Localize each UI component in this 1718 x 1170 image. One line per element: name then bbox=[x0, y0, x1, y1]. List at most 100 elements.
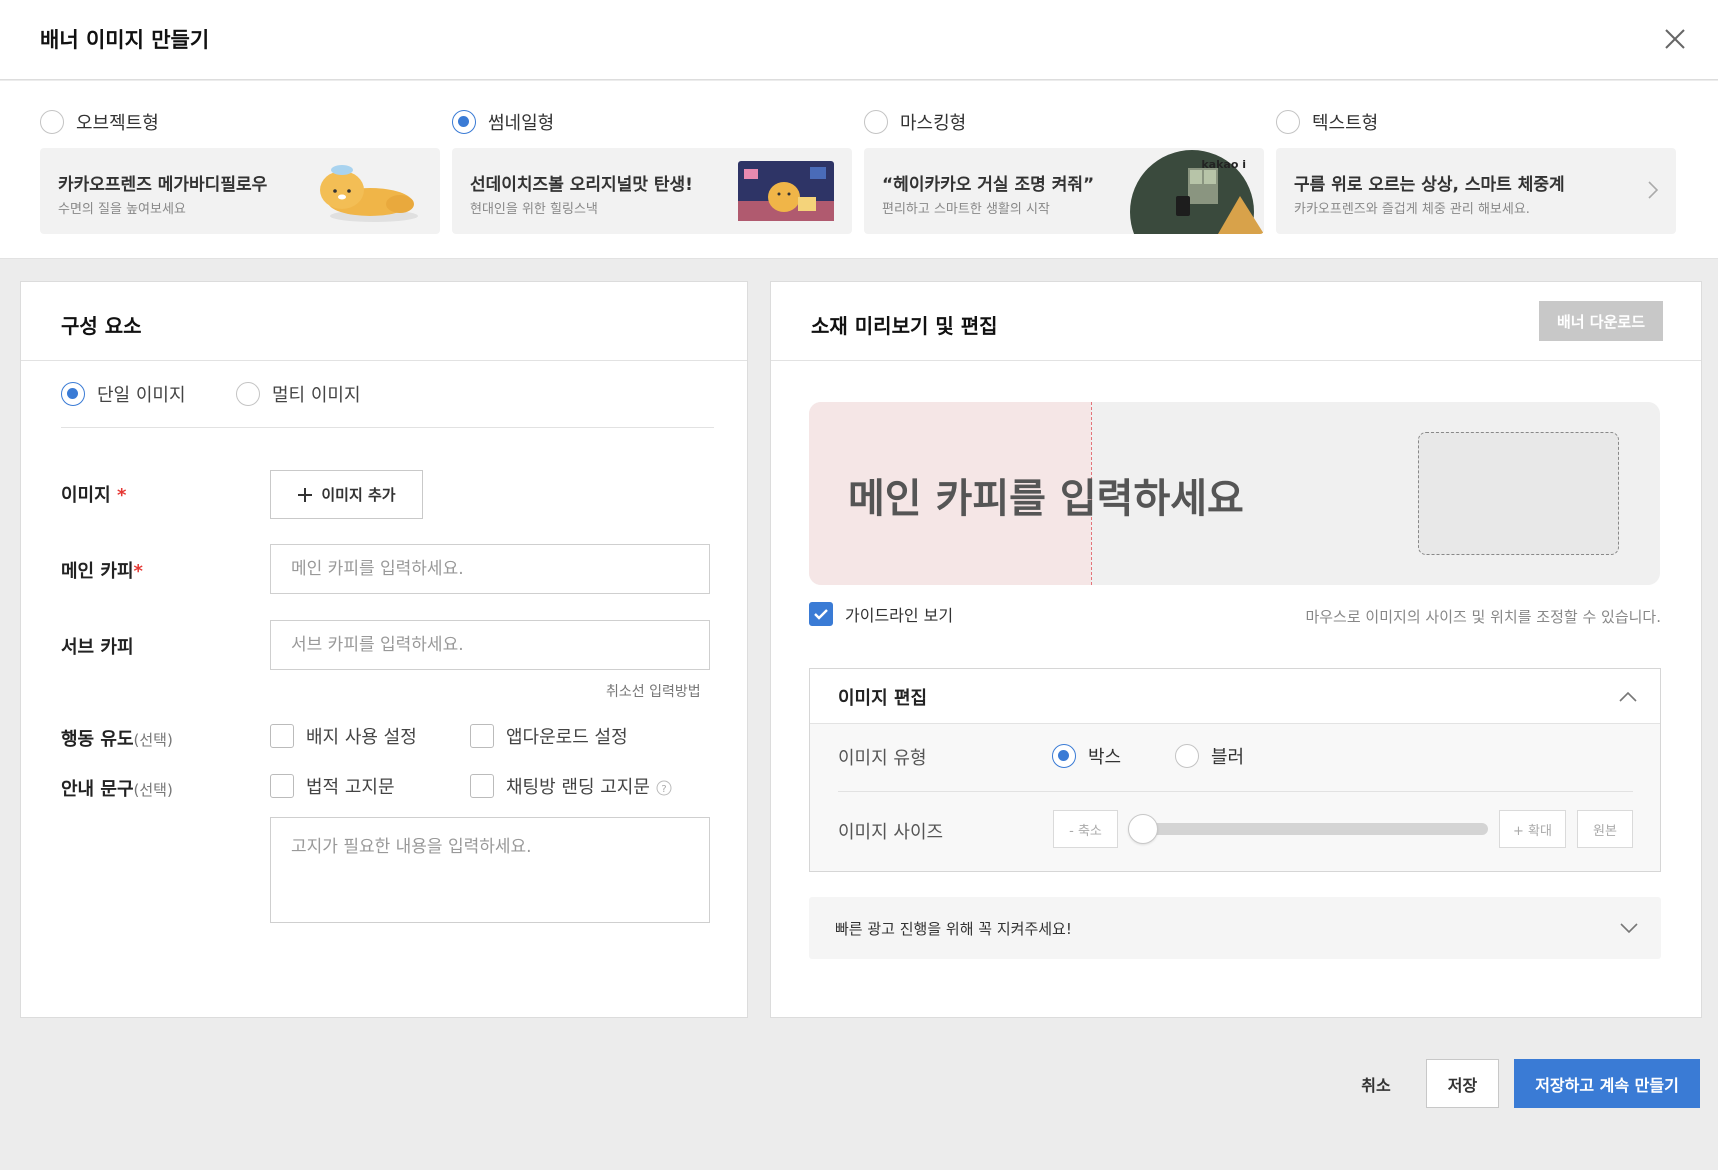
save-and-continue-button[interactable]: 저장하고 계속 만들기 bbox=[1514, 1059, 1700, 1108]
option-label: 앱다운로드 설정 bbox=[506, 727, 628, 748]
app-download-checkbox[interactable] bbox=[470, 724, 494, 748]
option-label: 단일 이미지 bbox=[97, 385, 186, 406]
card-title: 카카오프렌즈 메가바디필로우 bbox=[58, 175, 268, 195]
image-type-box-option[interactable]: 박스 bbox=[1052, 743, 1121, 769]
plus-icon bbox=[298, 487, 313, 502]
image-type-label: 이미지 유형 bbox=[838, 748, 927, 769]
single-image-option[interactable]: 단일 이미지 bbox=[61, 381, 186, 407]
divider bbox=[771, 360, 1701, 361]
divider bbox=[61, 427, 714, 428]
check-icon bbox=[814, 609, 828, 620]
type-label: 마스킹형 bbox=[900, 113, 967, 134]
preview-hint: 마우스로 이미지의 사이즈 및 위치를 조정할 수 있습니다. bbox=[1305, 608, 1661, 626]
image-edit-header[interactable]: 이미지 편집 bbox=[810, 669, 1660, 724]
preview-main-copy: 메인 카피를 입력하세요 bbox=[848, 476, 1244, 522]
image-type-blur-option[interactable]: 블러 bbox=[1175, 743, 1244, 769]
card-subtitle: 수면의 질을 높여보세요 bbox=[58, 202, 186, 217]
zoom-out-button[interactable]: - 축소 bbox=[1053, 810, 1118, 848]
type-label: 썸네일형 bbox=[488, 113, 555, 134]
section-title: 이미지 편집 bbox=[838, 688, 928, 709]
chevron-right-icon bbox=[1648, 181, 1659, 199]
main-copy-label: 메인 카피* bbox=[61, 561, 143, 582]
type-card-masking[interactable]: “헤이카카오 거실 조명 켜줘” 편리하고 스마트한 생활의 시작 kakao … bbox=[864, 148, 1264, 234]
guidelines-accordion[interactable]: 빠른 광고 진행을 위해 꼭 지켜주세요! bbox=[809, 897, 1661, 959]
type-label: 오브젝트형 bbox=[76, 113, 159, 134]
preview-panel: 소재 미리보기 및 편집 배너 다운로드 메인 카피를 입력하세요 가이드라인 … bbox=[770, 281, 1702, 1018]
notice-textarea[interactable] bbox=[270, 817, 710, 923]
option-label: 멀티 이미지 bbox=[272, 385, 361, 406]
modal-header: 배너 이미지 만들기 bbox=[0, 0, 1718, 80]
radio-box[interactable] bbox=[1052, 744, 1076, 768]
guideline-toggle[interactable]: 가이드라인 보기 bbox=[809, 602, 953, 626]
panel-title: 소재 미리보기 및 편집 bbox=[811, 314, 998, 338]
chevron-down-icon[interactable] bbox=[1619, 918, 1639, 938]
type-card-object[interactable]: 카카오프렌즈 메가바디필로우 수면의 질을 높여보세요 bbox=[40, 148, 440, 234]
option-label: 법적 고지문 bbox=[306, 777, 395, 798]
svg-text:?: ? bbox=[661, 784, 666, 795]
pillow-character-illustration bbox=[320, 165, 418, 222]
multi-image-option[interactable]: 멀티 이미지 bbox=[236, 381, 361, 407]
close-icon[interactable] bbox=[1660, 24, 1690, 54]
image-edit-section: 이미지 편집 이미지 유형 박스 블러 이미지 사이즈 - 축소 + 확대 원본 bbox=[809, 668, 1661, 872]
help-icon[interactable]: ? bbox=[656, 780, 672, 796]
type-card-text[interactable]: 구름 위로 오르는 상상, 스마트 체중계 카카오프렌즈와 즐겁게 체중 관리 … bbox=[1276, 148, 1676, 234]
card-title: “헤이카카오 거실 조명 켜줘” bbox=[882, 175, 1095, 195]
thumbnail-photo bbox=[738, 161, 834, 221]
type-option-object[interactable]: 오브젝트형 bbox=[40, 109, 159, 135]
components-panel: 구성 요소 단일 이미지 멀티 이미지 이미지 * 이미지 추가 메인 카피* … bbox=[20, 281, 748, 1018]
divider bbox=[838, 791, 1633, 792]
option-label: 가이드라인 보기 bbox=[845, 606, 954, 625]
radio-multi-image[interactable] bbox=[236, 382, 260, 406]
type-option-text[interactable]: 텍스트형 bbox=[1276, 109, 1378, 135]
card-subtitle: 카카오프렌즈와 즐겁게 체중 관리 해보세요. bbox=[1294, 202, 1530, 217]
zoom-in-button[interactable]: + 확대 bbox=[1499, 810, 1566, 848]
banner-preview[interactable]: 메인 카피를 입력하세요 bbox=[809, 402, 1660, 585]
card-subtitle: 현대인을 위한 힐링스낵 bbox=[470, 202, 598, 217]
card-title: 구름 위로 오르는 상상, 스마트 체중계 bbox=[1294, 175, 1565, 195]
chat-landing-notice-option[interactable]: 채팅방 랜딩 고지문 ? bbox=[470, 773, 672, 799]
main-copy-input[interactable] bbox=[270, 544, 710, 594]
kakao-i-logo: kakao i bbox=[1201, 158, 1246, 171]
banner-download-button[interactable]: 배너 다운로드 bbox=[1539, 301, 1663, 341]
radio-single-image[interactable] bbox=[61, 382, 85, 406]
image-slot[interactable] bbox=[1418, 432, 1619, 555]
add-image-label: 이미지 추가 bbox=[321, 486, 396, 504]
chat-landing-checkbox[interactable] bbox=[470, 774, 494, 798]
add-image-button[interactable]: 이미지 추가 bbox=[270, 470, 423, 519]
app-download-setting-option[interactable]: 앱다운로드 설정 bbox=[470, 723, 628, 749]
original-size-button[interactable]: 원본 bbox=[1577, 810, 1633, 848]
image-size-slider-track[interactable] bbox=[1142, 823, 1488, 835]
badge-setting-checkbox[interactable] bbox=[270, 724, 294, 748]
option-label: 채팅방 랜딩 고지문 bbox=[506, 777, 650, 798]
guideline-checkbox[interactable] bbox=[809, 602, 833, 626]
image-field-label: 이미지 * bbox=[61, 485, 127, 506]
sub-copy-label: 서브 카피 bbox=[61, 637, 134, 658]
modal-title: 배너 이미지 만들기 bbox=[40, 28, 210, 52]
radio-masking[interactable] bbox=[864, 110, 888, 134]
chevron-up-icon[interactable] bbox=[1618, 687, 1638, 707]
type-option-thumbnail[interactable]: 썸네일형 bbox=[452, 109, 554, 135]
type-option-masking[interactable]: 마스킹형 bbox=[864, 109, 966, 135]
option-label: 배지 사용 설정 bbox=[306, 727, 417, 748]
save-button[interactable]: 저장 bbox=[1426, 1059, 1499, 1108]
legal-notice-option[interactable]: 법적 고지문 bbox=[270, 773, 395, 799]
notice-label: 안내 문구(선택) bbox=[61, 779, 173, 800]
radio-text[interactable] bbox=[1276, 110, 1300, 134]
radio-blur[interactable] bbox=[1175, 744, 1199, 768]
type-label: 텍스트형 bbox=[1312, 113, 1379, 134]
strike-help-link[interactable]: 취소선 입력방법 bbox=[606, 681, 701, 701]
banner-type-selector: 오브젝트형 썸네일형 마스킹형 텍스트형 카카오프렌즈 메가바디필로우 수면의 … bbox=[0, 81, 1718, 259]
sub-copy-input[interactable] bbox=[270, 620, 710, 670]
cta-label: 행동 유도(선택) bbox=[61, 729, 173, 750]
radio-object[interactable] bbox=[40, 110, 64, 134]
legal-notice-checkbox[interactable] bbox=[270, 774, 294, 798]
radio-thumbnail[interactable] bbox=[452, 110, 476, 134]
card-title: 선데이치즈볼 오리지널맛 탄생! bbox=[470, 175, 693, 195]
cancel-button[interactable]: 취소 bbox=[1340, 1059, 1412, 1108]
image-size-slider-knob[interactable] bbox=[1128, 814, 1158, 844]
card-subtitle: 편리하고 스마트한 생활의 시작 bbox=[882, 202, 1050, 217]
badge-setting-option[interactable]: 배지 사용 설정 bbox=[270, 723, 417, 749]
option-label: 블러 bbox=[1211, 747, 1245, 768]
type-card-thumbnail[interactable]: 선데이치즈볼 오리지널맛 탄생! 현대인을 위한 힐링스낵 bbox=[452, 148, 852, 234]
panel-title: 구성 요소 bbox=[61, 314, 142, 338]
